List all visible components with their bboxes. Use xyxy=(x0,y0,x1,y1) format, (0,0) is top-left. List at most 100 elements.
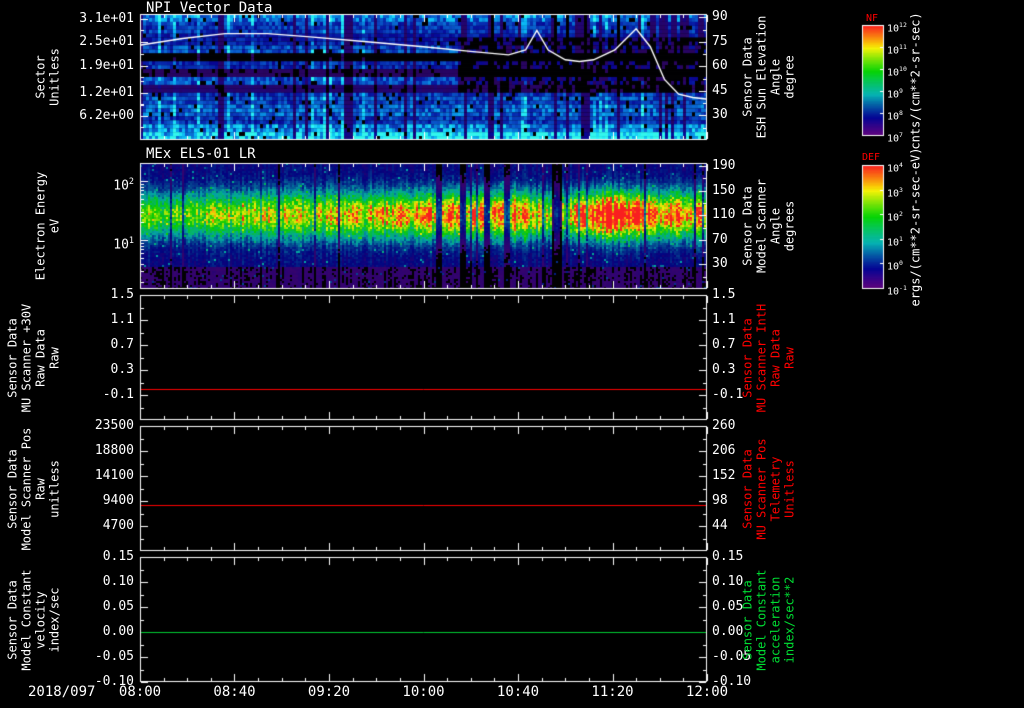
colorbar-tick-label: 107 xyxy=(887,130,903,144)
colorbar-tick-label: 102 xyxy=(887,209,903,223)
panel5-left-axis-label: Sensor Data xyxy=(5,579,20,660)
panel5-right-tick-label: 0.05 xyxy=(712,599,744,614)
power-base: 10 xyxy=(887,67,900,79)
power-exponent: 0 xyxy=(899,259,903,268)
panel3-right-axis-label: Raw xyxy=(782,346,797,369)
power-base: 10 xyxy=(113,178,129,194)
panel4-right-tick-label: 44 xyxy=(712,518,728,533)
panel4-left-tick-label: 14100 xyxy=(94,468,134,483)
panel1-right-axis-label: ESH Sun Elevation xyxy=(754,15,769,139)
panel5-right-axis-label: Model Constant xyxy=(754,568,769,671)
power-exponent: -1 xyxy=(899,284,907,292)
panel5-right-tick-label: 0.00 xyxy=(712,624,744,639)
panel3-right-axis-label: Sensor Data xyxy=(740,317,755,398)
panel-els-title: MEx ELS-01 LR xyxy=(146,146,256,162)
panel3-left-tick-label: 1.1 xyxy=(110,312,134,327)
panel4-right-tick-label: 98 xyxy=(712,493,728,508)
panel2-right-tick-label: 150 xyxy=(712,182,736,198)
panel4-right-axis-label: Sensor Data xyxy=(740,448,755,529)
panel1-right-tick-label: 45 xyxy=(712,82,728,98)
panel4-left-tick-label: 23500 xyxy=(94,418,134,433)
panel4-left-axis-label: Sensor Data xyxy=(5,448,20,529)
x-axis-tick-label: 10:40 xyxy=(496,684,540,700)
colorbar-tick-label: 109 xyxy=(887,86,903,100)
panel1-left-tick-label: 3.1e+01 xyxy=(79,10,134,26)
power-base: 10 xyxy=(887,89,900,101)
panel1-left-axis-label: Sector xyxy=(33,55,48,99)
panel1-left-tick-label: 2.5e+01 xyxy=(79,34,134,50)
power-base: 10 xyxy=(887,111,900,123)
panel1-right-axis-label: Angle xyxy=(768,58,783,96)
power-exponent: 4 xyxy=(899,161,903,169)
panel3-left-axis-label: MU Scanner +30V xyxy=(19,303,34,412)
panel3-right-tick-label: 1.5 xyxy=(712,287,736,302)
panel2-right-tick-label: 70 xyxy=(712,231,728,247)
panel5-left-tick-label: 0.10 xyxy=(102,574,134,589)
power-base: 10 xyxy=(887,237,900,249)
power-base: 10 xyxy=(887,212,900,224)
x-axis-tick-label: 08:00 xyxy=(118,684,162,700)
panel5-left-axis-label: Model Constant xyxy=(19,568,34,671)
colorbar-tick-label: 10-1 xyxy=(887,283,907,297)
power-exponent: 12 xyxy=(899,21,907,29)
power-base: 10 xyxy=(887,23,900,35)
panel5-left-tick-label: -0.05 xyxy=(94,649,134,664)
power-base: 10 xyxy=(887,45,900,57)
colorbar-tick-label: 100 xyxy=(887,258,903,272)
power-base: 10 xyxy=(887,261,900,273)
panel5-left-axis-label: velocity xyxy=(33,590,48,649)
x-axis-tick-label: 08:40 xyxy=(213,684,256,700)
power-exponent: 1 xyxy=(899,234,903,243)
colorbar-tick-label: 103 xyxy=(887,185,903,199)
colorbar-unit-label: ergs/(cm**2-sr-sec-eV) xyxy=(908,147,923,307)
panel4-right-axis-label: Unitless xyxy=(782,459,797,518)
panel5-right-tick-label: 0.15 xyxy=(712,549,744,564)
panel2-left-tick-label: 101 xyxy=(74,233,134,252)
x-axis-date-label: 2018/097 xyxy=(28,684,96,700)
panel1-right-tick-label: 60 xyxy=(712,58,728,74)
panel2-left-tick-label: 102 xyxy=(74,174,134,193)
panel2-right-tick-label: 190 xyxy=(712,158,736,174)
panel2-left-axis-label: Electron Energy xyxy=(33,171,48,281)
panel3-left-axis-label: Raw xyxy=(47,346,62,369)
panel4-right-axis-label: MU Scanner Pos xyxy=(754,437,769,540)
panel2-right-axis-label: Sensor Data xyxy=(740,186,755,266)
panel4-left-tick-label: 4700 xyxy=(102,518,134,533)
panel2-right-tick-label: 30 xyxy=(712,256,728,272)
panel1-left-tick-label: 1.2e+01 xyxy=(79,85,134,101)
panel4-left-axis-label: unitless xyxy=(47,459,62,518)
panel3-right-tick-label: -0.1 xyxy=(712,387,744,402)
panel3-left-axis-label: Raw Data xyxy=(33,328,48,387)
panel5-left-tick-label: 0.15 xyxy=(102,549,134,564)
panel4-left-tick-label: 9400 xyxy=(102,493,134,508)
panel2-right-axis-label: Model Scanner xyxy=(754,179,769,273)
panel4-right-axis-label: Telemetry xyxy=(768,455,783,522)
x-axis-tick-label: 09:20 xyxy=(307,684,351,700)
panel5-left-tick-label: 0.05 xyxy=(102,599,134,614)
colorbar-tick-label: 101 xyxy=(887,234,903,248)
colorbar-tick-label: 104 xyxy=(887,160,903,174)
tplot-figure: 3.1e+01 2.5e+01 1.9e+01 1.2e+01 6.2e+00 90 75 6… xyxy=(0,0,1024,708)
panel3-right-tick-label: 1.1 xyxy=(712,312,736,327)
panel1-right-tick-label: 90 xyxy=(712,9,728,25)
panel5-left-axis-label: index/sec xyxy=(47,586,62,653)
panel5-right-axis-label: Sensor Data xyxy=(740,579,755,660)
panel5-left-tick-label: 0.00 xyxy=(102,624,134,639)
colorbar-tick-label: 1012 xyxy=(887,20,907,34)
power-exponent: 1 xyxy=(128,235,134,246)
panel4-left-axis-label: Raw xyxy=(33,477,48,500)
labels-layer: 3.1e+01 2.5e+01 1.9e+01 1.2e+01 6.2e+00 90 75 6… xyxy=(0,0,1024,708)
power-base: 10 xyxy=(887,163,900,175)
colorbar-tick-label: 1011 xyxy=(887,42,907,56)
power-exponent: 3 xyxy=(899,185,903,194)
power-base: 10 xyxy=(887,133,900,145)
panel4-right-tick-label: 206 xyxy=(712,443,736,458)
x-axis-tick-label: 11:20 xyxy=(591,684,634,700)
power-base: 10 xyxy=(887,286,900,298)
panel3-right-axis-label: Raw Data xyxy=(768,328,783,387)
colorbar-def-title: DEF xyxy=(862,152,881,163)
panel4-right-tick-label: 260 xyxy=(712,418,736,433)
panel1-left-axis-label: Unitless xyxy=(47,48,62,106)
power-exponent: 11 xyxy=(899,43,907,51)
panel3-left-tick-label: 0.7 xyxy=(110,337,134,352)
